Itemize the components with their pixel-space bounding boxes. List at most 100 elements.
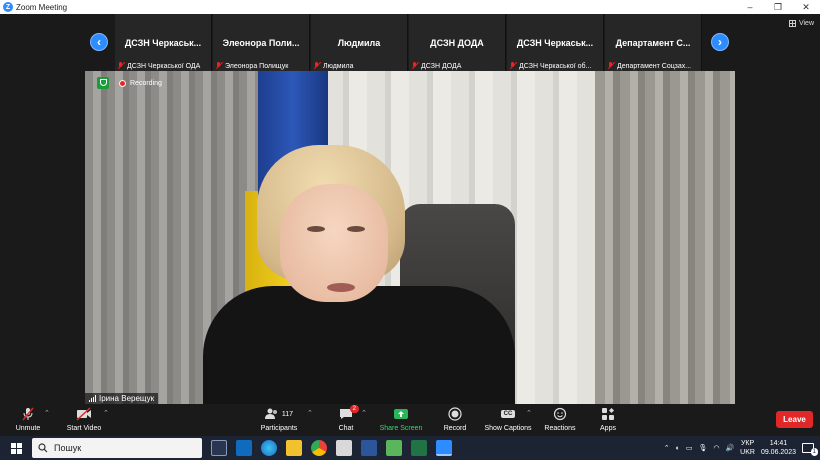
mic-muted-icon <box>313 62 321 70</box>
participant-tile[interactable]: ДСЗН ДОДА ДСЗН ДОДА <box>409 14 506 71</box>
participant-tile-name: Элеонора Поли... <box>222 38 300 48</box>
start-button[interactable] <box>6 436 26 460</box>
chat-button[interactable]: 2 Chat <box>334 405 359 432</box>
title-bar: Z Zoom Meeting – ❐ ✕ <box>0 0 820 14</box>
gallery-next-button[interactable]: › <box>711 33 729 51</box>
participant-tile[interactable]: ДСЗН Черкаськ... ДСЗН Черкаської об... <box>507 14 604 71</box>
curtain-right <box>595 71 735 404</box>
mic-muted-icon <box>411 62 419 70</box>
paint-app-icon[interactable] <box>336 440 352 456</box>
minimize-button[interactable]: – <box>736 0 764 14</box>
record-button[interactable]: Record <box>440 407 470 432</box>
unmute-button[interactable]: Unmute <box>10 407 46 432</box>
meeting-toolbar: Unmute ⌃ Start Video ⌃ 117 Participants … <box>0 404 820 436</box>
chat-label: Chat <box>338 425 354 432</box>
apps-button[interactable]: Apps <box>596 407 620 432</box>
participant-tile-name: Людмила <box>337 38 381 48</box>
clock-date: 09.06.2023 <box>760 449 796 456</box>
recording-indicator[interactable]: Recording <box>97 77 162 89</box>
speaker-eye <box>307 226 325 232</box>
edge-browser-icon[interactable] <box>261 440 277 456</box>
language-top: УКР <box>740 440 755 447</box>
clock[interactable]: 14:41 09.06.2023 <box>761 439 796 457</box>
participant-label-text: Людмила <box>323 62 354 70</box>
video-options-caret[interactable]: ⌃ <box>103 409 109 417</box>
speaker-video[interactable]: Recording Ірина Верещук <box>85 71 735 404</box>
apps-icon <box>601 407 615 421</box>
notepad-app-icon[interactable] <box>386 440 402 456</box>
gallery-prev-button[interactable]: ‹ <box>90 33 108 51</box>
word-app-icon[interactable] <box>361 440 377 456</box>
wifi-icon[interactable]: ◠ <box>713 444 719 452</box>
network-icon[interactable]: ◐ <box>676 445 680 452</box>
mic-muted-icon <box>117 62 125 70</box>
notification-count: 1 <box>810 448 818 456</box>
excel-app-icon[interactable] <box>411 440 427 456</box>
participants-button[interactable]: 117 Participants <box>256 407 302 432</box>
battery-icon[interactable]: ▭ <box>686 444 693 452</box>
volume-icon[interactable]: 🔊 <box>725 444 734 452</box>
participant-tile[interactable]: Элеонора Поли... Элеонора Полищук <box>213 14 310 71</box>
reactions-icon <box>553 407 567 421</box>
participant-tile-name: ДСЗН Черкаськ... <box>516 38 594 48</box>
audio-options-caret[interactable]: ⌃ <box>44 409 50 417</box>
language-bottom: UKR <box>740 449 755 456</box>
participants-label: Participants <box>260 425 298 432</box>
microphone-icon[interactable]: 🎙 <box>698 444 707 452</box>
view-button[interactable]: View <box>788 20 814 27</box>
notifications-icon[interactable]: 1 <box>802 443 818 456</box>
speaker-mouth <box>327 283 355 292</box>
tray-overflow-icon[interactable]: ⌃ <box>664 444 670 452</box>
participant-tile-label: ДСЗН Черкаської ОДА <box>117 62 209 70</box>
security-shield-icon[interactable] <box>97 77 109 89</box>
apps-label: Apps <box>600 425 616 432</box>
record-icon <box>448 407 462 421</box>
speaker-eye <box>347 226 365 232</box>
mail-app-icon[interactable] <box>236 440 252 456</box>
language-indicator[interactable]: УКР UKR <box>740 439 755 457</box>
taskbar-search[interactable]: Пошук <box>32 438 202 458</box>
participant-tile-label: Департамент Соцзах... <box>607 62 699 70</box>
zoom-app-icon[interactable] <box>436 440 452 456</box>
share-screen-icon <box>393 407 409 421</box>
close-button[interactable]: ✕ <box>792 0 820 14</box>
mic-muted-icon <box>215 62 223 70</box>
mic-muted-icon <box>607 62 615 70</box>
cc-text: CC <box>500 410 516 418</box>
chat-options-caret[interactable]: ⌃ <box>361 409 367 417</box>
chevron-right-icon: › <box>718 35 722 49</box>
file-explorer-icon[interactable] <box>286 440 302 456</box>
share-screen-button[interactable]: Share Screen <box>378 407 424 432</box>
system-tray: ⌃ ◐ ▭ 🎙 ◠ 🔊 УКР UKR 14:41 09.06.2023 1 <box>664 436 820 460</box>
participant-tile[interactable]: ДСЗН Черкаськ... ДСЗН Черкаської ОДА <box>115 14 212 71</box>
reactions-label: Reactions <box>544 425 576 432</box>
captions-options-caret[interactable]: ⌃ <box>526 409 532 417</box>
participants-options-caret[interactable]: ⌃ <box>307 409 313 417</box>
windows-logo-icon <box>10 442 22 454</box>
participant-gallery: ДСЗН Черкаськ... ДСЗН Черкаської ОДА Эле… <box>0 14 820 71</box>
speaker-body <box>203 286 515 404</box>
chrome-browser-icon[interactable] <box>311 440 327 456</box>
participant-label-text: Департамент Соцзах... <box>617 62 692 70</box>
search-placeholder: Пошук <box>54 443 82 453</box>
speaker-name-label: Ірина Верещук <box>85 393 159 404</box>
video-off-icon <box>76 407 92 421</box>
task-view-icon[interactable] <box>211 440 227 456</box>
zoom-app: Z Zoom Meeting – ❐ ✕ ДСЗН Черкаськ... ДС… <box>0 0 820 460</box>
participant-tile[interactable]: Департамент С... Департамент Соцзах... <box>605 14 702 71</box>
speaker-name: Ірина Верещук <box>99 394 155 403</box>
participant-label-text: Элеонора Полищук <box>225 62 289 70</box>
chat-icon: 2 <box>339 405 359 421</box>
zoom-logo-icon: Z <box>3 2 13 12</box>
unmute-label: Unmute <box>15 425 41 432</box>
record-label: Record <box>443 425 467 432</box>
participant-tile[interactable]: Людмила Людмила <box>311 14 408 71</box>
participant-label-text: ДСЗН Черкаської ОДА <box>127 62 201 70</box>
start-video-button[interactable]: Start Video <box>62 407 106 432</box>
search-icon <box>38 443 48 453</box>
maximize-button[interactable]: ❐ <box>764 0 792 14</box>
reactions-button[interactable]: Reactions <box>541 407 579 432</box>
participant-label-text: ДСЗН ДОДА <box>421 62 462 70</box>
leave-button[interactable]: Leave <box>776 411 813 428</box>
recording-dot-icon <box>119 79 126 87</box>
